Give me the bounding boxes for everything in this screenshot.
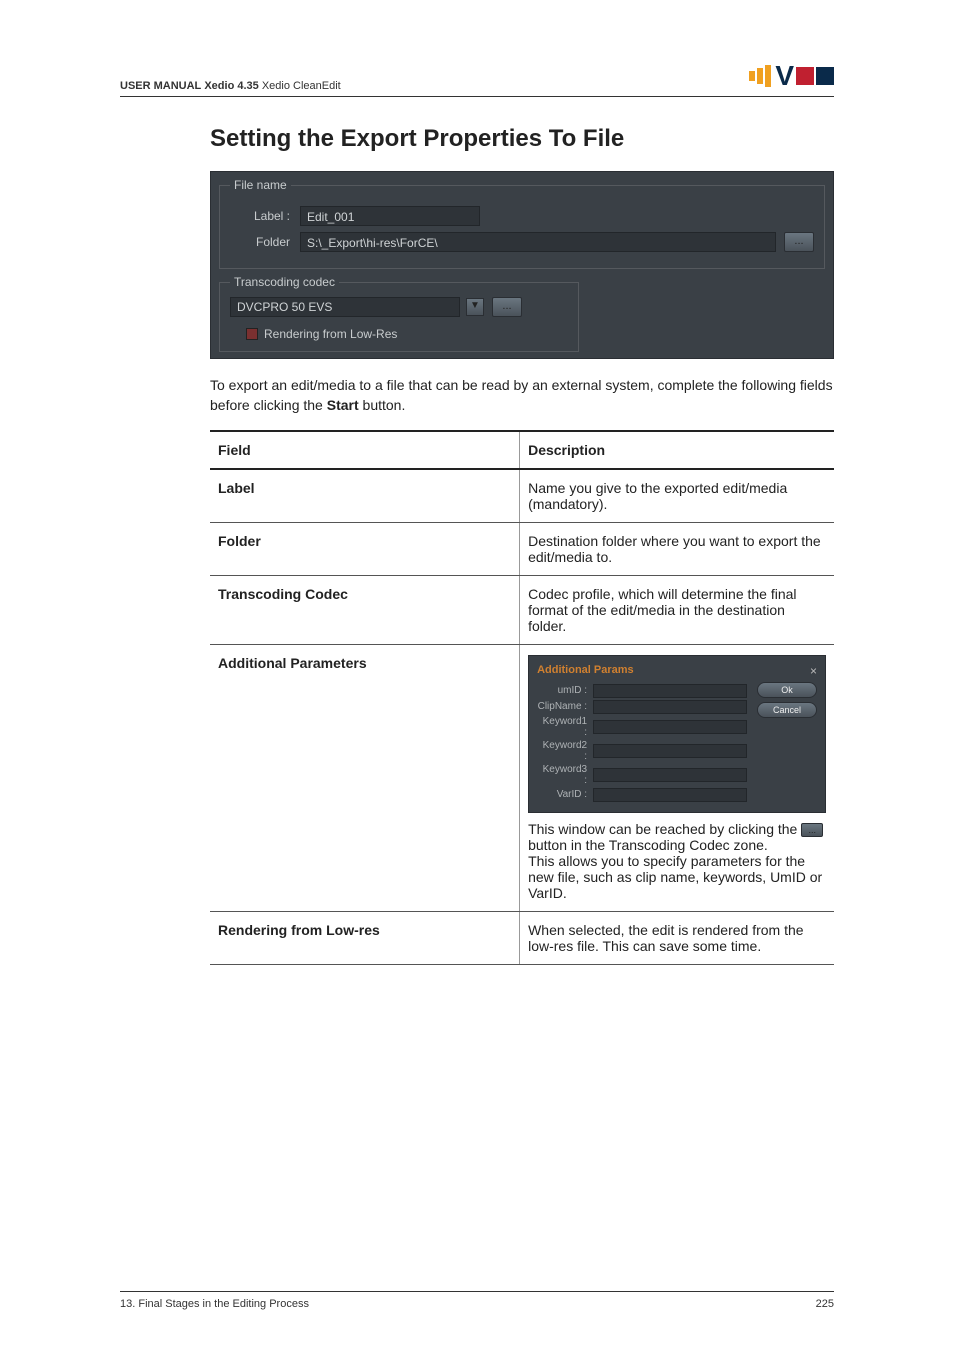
- label-caption: Label :: [230, 209, 300, 223]
- logo-square-icon: [816, 67, 834, 85]
- row-desc: Codec profile, which will determine the …: [520, 575, 834, 644]
- filename-group: File name Label : Edit_001 Folder S:\_Ex…: [219, 178, 825, 269]
- manual-prefix: USER MANUAL: [120, 80, 201, 92]
- intro-text: To export an edit/media to a file that c…: [210, 375, 834, 416]
- varid-input[interactable]: [593, 788, 747, 802]
- logo-square-icon: [796, 67, 814, 85]
- clipname-label: ClipName :: [537, 701, 593, 712]
- codec-legend: Transcoding codec: [230, 275, 339, 289]
- table-row: Label Name you give to the exported edit…: [210, 469, 834, 523]
- module-name: Xedio CleanEdit: [262, 80, 341, 92]
- table-row: Folder Destination folder where you want…: [210, 522, 834, 575]
- varid-label: VarID :: [537, 789, 593, 800]
- umid-input[interactable]: [593, 684, 747, 698]
- ok-button[interactable]: Ok: [757, 682, 817, 698]
- section-title: Setting the Export Properties To File: [210, 125, 834, 153]
- row-name: Additional Parameters: [210, 644, 520, 911]
- clipname-input[interactable]: [593, 700, 747, 714]
- product-name: Xedio 4.35: [204, 80, 258, 92]
- th-field: Field: [210, 431, 520, 469]
- filename-legend: File name: [230, 178, 291, 192]
- keyword1-input[interactable]: [593, 720, 747, 734]
- table-row: Rendering from Low-res When selected, th…: [210, 911, 834, 964]
- params-desc-post: This allows you to specify parameters fo…: [528, 853, 822, 901]
- export-properties-panel: File name Label : Edit_001 Folder S:\_Ex…: [210, 171, 834, 359]
- cancel-button[interactable]: Cancel: [757, 702, 817, 718]
- codec-select[interactable]: DVCPRO 50 EVS: [230, 297, 460, 317]
- close-icon[interactable]: ×: [810, 664, 817, 678]
- row-name: Transcoding Codec: [210, 575, 520, 644]
- fields-table: Field Description Label Name you give to…: [210, 430, 834, 965]
- codec-params-button[interactable]: ...: [492, 297, 522, 317]
- logo-bar-icon: [749, 71, 755, 81]
- browse-folder-button[interactable]: ...: [784, 232, 814, 252]
- label-input[interactable]: Edit_001: [300, 206, 480, 226]
- keyword3-input[interactable]: [593, 768, 747, 782]
- codec-value: DVCPRO 50 EVS: [237, 300, 332, 314]
- row-desc: Additional Params × umID : ClipName : Ke…: [520, 644, 834, 911]
- render-lowres-checkbox[interactable]: [246, 328, 258, 340]
- folder-input[interactable]: S:\_Export\hi-res\ForCE\: [300, 232, 776, 252]
- row-name: Rendering from Low-res: [210, 911, 520, 964]
- codec-dropdown-button[interactable]: ▼: [466, 298, 484, 316]
- additional-params-panel: Additional Params × umID : ClipName : Ke…: [528, 655, 826, 813]
- folder-caption: Folder: [230, 235, 300, 249]
- intro-pre: To export an edit/media to a file that c…: [210, 377, 833, 413]
- keyword2-label: Keyword2 :: [537, 740, 593, 762]
- params-title: Additional Params: [537, 664, 634, 678]
- table-row: Additional Parameters Additional Params …: [210, 644, 834, 911]
- umid-label: umID :: [537, 685, 593, 696]
- footer-chapter: 13. Final Stages in the Editing Process: [120, 1298, 309, 1310]
- row-desc: When selected, the edit is rendered from…: [520, 911, 834, 964]
- row-name: Label: [210, 469, 520, 523]
- ellipsis-icon: ...: [801, 823, 823, 837]
- render-lowres-label: Rendering from Low-Res: [264, 327, 397, 341]
- logo-bar-icon: [765, 65, 771, 87]
- params-desc: This window can be reached by clicking t…: [528, 821, 826, 901]
- logo-bar-icon: [757, 68, 763, 84]
- th-description: Description: [520, 431, 834, 469]
- row-desc: Destination folder where you want to exp…: [520, 522, 834, 575]
- keyword3-label: Keyword3 :: [537, 764, 593, 786]
- intro-post: button.: [359, 397, 406, 413]
- params-desc-pre: This window can be reached by clicking t…: [528, 821, 801, 837]
- keyword2-input[interactable]: [593, 744, 747, 758]
- logo-letter: V: [775, 60, 792, 92]
- page-footer: 13. Final Stages in the Editing Process …: [120, 1291, 834, 1310]
- keyword1-label: Keyword1 :: [537, 716, 593, 738]
- codec-group: Transcoding codec DVCPRO 50 EVS ▼ ... Re…: [219, 275, 579, 352]
- intro-bold: Start: [327, 397, 359, 413]
- params-desc-mid: button in the Transcoding Codec zone.: [528, 837, 768, 853]
- header-left: USER MANUAL Xedio 4.35 Xedio CleanEdit: [120, 80, 341, 92]
- footer-page-number: 225: [816, 1298, 834, 1310]
- evs-logo: V: [749, 60, 834, 92]
- row-desc: Name you give to the exported edit/media…: [520, 469, 834, 523]
- row-name: Folder: [210, 522, 520, 575]
- page-header: USER MANUAL Xedio 4.35 Xedio CleanEdit V: [120, 60, 834, 97]
- table-row: Transcoding Codec Codec profile, which w…: [210, 575, 834, 644]
